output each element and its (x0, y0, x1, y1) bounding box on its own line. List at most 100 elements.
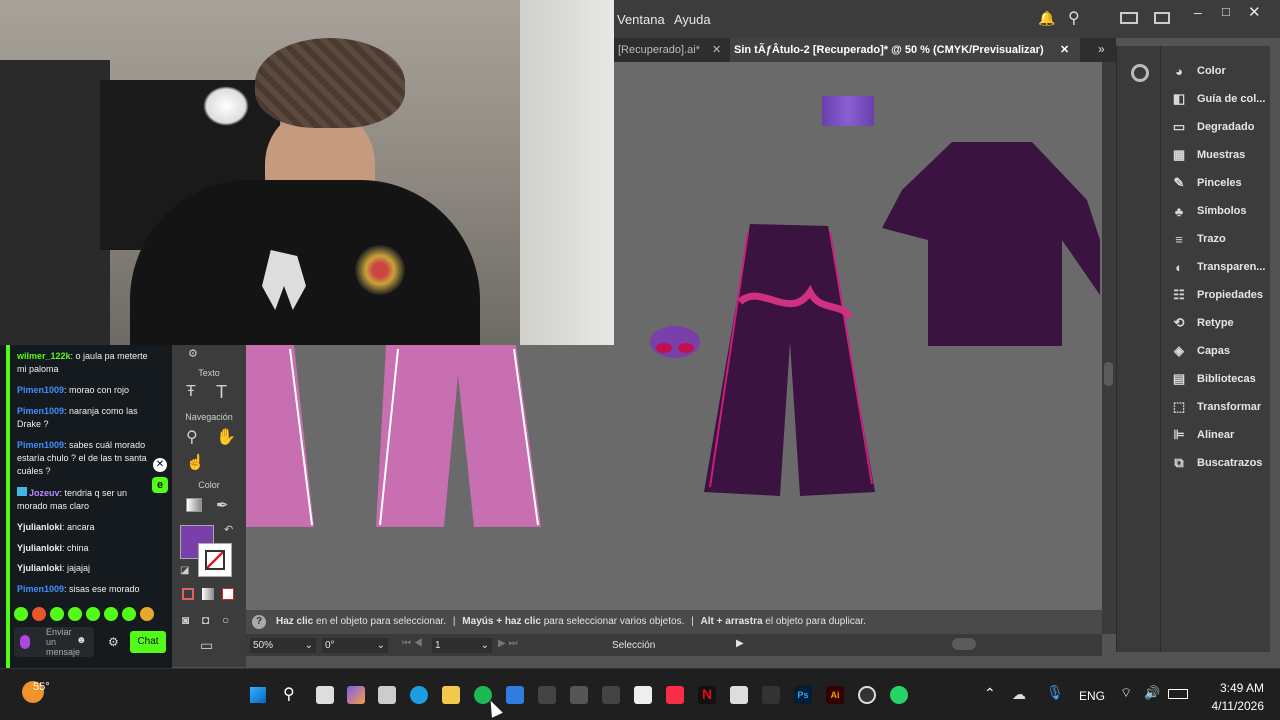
panel-color[interactable]: ◕ Color (1169, 60, 1269, 82)
task-view-icon[interactable] (316, 686, 334, 704)
draw-mode-icon[interactable]: ◙ (182, 613, 189, 627)
emote-icon[interactable] (68, 607, 82, 621)
chat-username[interactable]: Pimen1009 (17, 406, 64, 416)
artboard-select[interactable]: 1 ⌄ (432, 638, 492, 653)
panel-libraries[interactable]: ▤ Bibliotecas (1169, 368, 1269, 390)
emote-icon[interactable] (50, 607, 64, 621)
chat-username[interactable]: Yjulianloki (17, 522, 62, 532)
close-tab-icon[interactable]: ✕ (712, 38, 721, 62)
panel-swatches[interactable]: ▦ Muestras (1169, 144, 1269, 166)
shape-builder-icon[interactable]: ⚙ (188, 347, 198, 360)
draw-behind-icon[interactable]: ◘ (202, 613, 209, 627)
app-icon[interactable] (570, 686, 588, 704)
screen-mode-icon[interactable]: ▭ (200, 637, 213, 654)
tab-recuperado[interactable]: [Recuperado].ai* ✕ (614, 38, 726, 62)
default-colors-icon[interactable]: ◪ (180, 565, 189, 576)
scroll-thumb[interactable] (1104, 362, 1113, 386)
chat-username[interactable]: Yjulianloki (17, 563, 62, 573)
bell-icon[interactable]: 🔔 (1038, 10, 1055, 27)
none-mode-icon[interactable] (222, 588, 234, 600)
eyedropper-icon[interactable]: ✒ (216, 496, 229, 514)
panel-align[interactable]: ⊫ Alinear (1169, 424, 1269, 446)
whatsapp-icon[interactable] (890, 686, 908, 704)
appearance-icon[interactable] (1131, 64, 1149, 82)
arrange-documents-icon[interactable] (1120, 12, 1138, 24)
rotate-view-icon[interactable]: ☝ (186, 453, 205, 471)
chevron-up-icon[interactable]: ⌃ (984, 685, 996, 702)
panel-pathfinder[interactable]: ⧉ Buscatrazos (1169, 452, 1269, 474)
stroke-color-swatch[interactable] (198, 543, 232, 577)
panel-retype[interactable]: ⟲ Retype (1169, 312, 1269, 334)
emote-icon[interactable] (140, 607, 154, 621)
volume-icon[interactable]: 🔊 (1144, 685, 1160, 701)
app-icon[interactable] (602, 686, 620, 704)
gradient-tool-icon[interactable] (186, 498, 202, 512)
emote-icon[interactable] (86, 607, 100, 621)
close-tab-icon[interactable]: ✕ (1060, 38, 1069, 62)
character-blob[interactable] (648, 320, 702, 360)
battery-icon[interactable] (1168, 689, 1188, 699)
calculator-icon[interactable] (730, 686, 748, 704)
emote-icon[interactable] (104, 607, 118, 621)
menu-ventana[interactable]: Ventana (617, 12, 665, 27)
panel-transform[interactable]: ⬚ Transformar (1169, 396, 1269, 418)
obs-icon[interactable] (858, 686, 876, 704)
clock-date[interactable]: 4/11/2026 (1196, 699, 1265, 713)
weather-temperature[interactable]: 55° (33, 681, 50, 693)
copilot-icon[interactable] (347, 686, 365, 704)
draw-inside-icon[interactable]: ○ (222, 613, 229, 627)
panel-color-guide[interactable]: ◧ Guía de col... (1169, 88, 1269, 110)
emote-panel-icon[interactable]: e (152, 477, 168, 493)
minimize-icon[interactable]: – (1194, 4, 1202, 20)
chat-username[interactable]: wilmer_122k (17, 351, 71, 361)
edge-icon[interactable] (410, 686, 428, 704)
cloud-icon[interactable]: ☁ (1012, 686, 1026, 703)
chat-username[interactable]: Pimen1009 (17, 385, 64, 395)
panel-transparency[interactable]: ◐ Transparen... (1169, 256, 1269, 278)
microphone-icon[interactable]: 🎙 (1046, 684, 1064, 701)
settings-gear-icon[interactable]: ⚙ (108, 635, 119, 649)
wifi-icon[interactable]: ⌔ (1120, 685, 1132, 701)
artboard-canvas[interactable] (614, 62, 1102, 610)
netflix-icon[interactable]: N (698, 686, 716, 704)
workspace-icon[interactable] (1154, 12, 1170, 24)
zoom-select[interactable]: 50% ⌄ (250, 638, 316, 653)
panel-stroke[interactable]: ≡ Trazo (1169, 228, 1269, 250)
chevron-right-icon[interactable]: » (1098, 42, 1105, 56)
gradient-swatch[interactable] (822, 96, 874, 126)
defender-icon[interactable] (506, 686, 524, 704)
photoshop-icon[interactable]: Ps (794, 686, 812, 704)
language-indicator[interactable]: ENG (1079, 689, 1105, 703)
chat-username[interactable]: Pimen1009 (17, 440, 64, 450)
store-icon[interactable] (378, 686, 396, 704)
help-icon[interactable]: ? (252, 615, 266, 629)
chat-username[interactable]: Yjulianloki (17, 543, 62, 553)
type-on-path-icon[interactable]: Ŧ (186, 383, 196, 401)
first-artboard-icon[interactable]: ⏮ ◀ (402, 638, 423, 649)
panel-brushes[interactable]: ✎ Pinceles (1169, 172, 1269, 194)
swap-colors-icon[interactable]: ↶ (224, 523, 233, 536)
gradient-mode-icon[interactable] (202, 588, 214, 600)
search-icon[interactable]: ⚲ (1068, 8, 1080, 28)
close-icon[interactable]: ✕ (1248, 3, 1261, 21)
start-icon[interactable] (250, 687, 266, 703)
type-tool-icon[interactable]: T (216, 382, 227, 403)
emote-icon[interactable] (122, 607, 136, 621)
app-icon[interactable] (762, 686, 780, 704)
tshirt-artwork[interactable] (882, 140, 1100, 348)
vertical-scrollbar[interactable] (1102, 62, 1116, 634)
maximize-icon[interactable]: □ (1222, 4, 1230, 19)
tab-sin-titulo-2[interactable]: Sin tÃƒÂtulo-2 [Recuperado]* @ 50 % (CMY… (730, 38, 1080, 62)
chat-username[interactable]: Pimen1009 (17, 584, 64, 594)
notepad-icon[interactable] (634, 686, 652, 704)
panel-gradient[interactable]: ▭ Degradado (1169, 116, 1269, 138)
rotation-select[interactable]: 0° ⌄ (322, 638, 388, 653)
hand-tool-icon[interactable]: ✋ (216, 427, 236, 447)
close-icon[interactable]: ✕ (153, 458, 167, 472)
zoom-tool-icon[interactable]: ⚲ (186, 427, 198, 447)
panel-properties[interactable]: ☷ Propiedades (1169, 284, 1269, 306)
chat-send-button[interactable]: Chat (130, 631, 166, 653)
search-icon[interactable]: ⚲ (283, 684, 295, 704)
menu-ayuda[interactable]: Ayuda (674, 12, 711, 27)
color-mode-icon[interactable] (182, 588, 194, 600)
